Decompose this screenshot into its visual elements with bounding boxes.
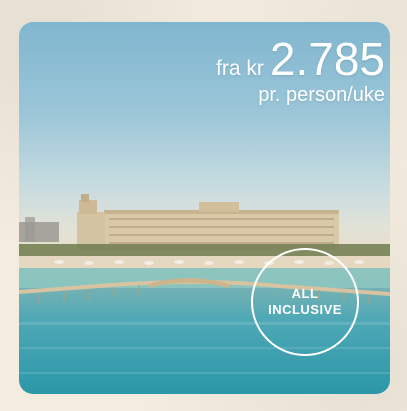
badge-line1: ALL: [291, 286, 319, 302]
offer-card[interactable]: fra kr 2.785 pr. person/uke ALL INCLUSIV…: [0, 0, 407, 411]
price-block: fra kr 2.785 pr. person/uke: [216, 36, 385, 107]
all-inclusive-badge: ALL INCLUSIVE: [251, 248, 359, 356]
badge-line2: INCLUSIVE: [268, 302, 342, 317]
price-prefix: fra kr: [216, 57, 264, 80]
price-amount: 2.785: [269, 33, 385, 85]
price-unit: pr. person/uke: [258, 84, 385, 106]
price-line: fra kr 2.785: [216, 36, 385, 82]
